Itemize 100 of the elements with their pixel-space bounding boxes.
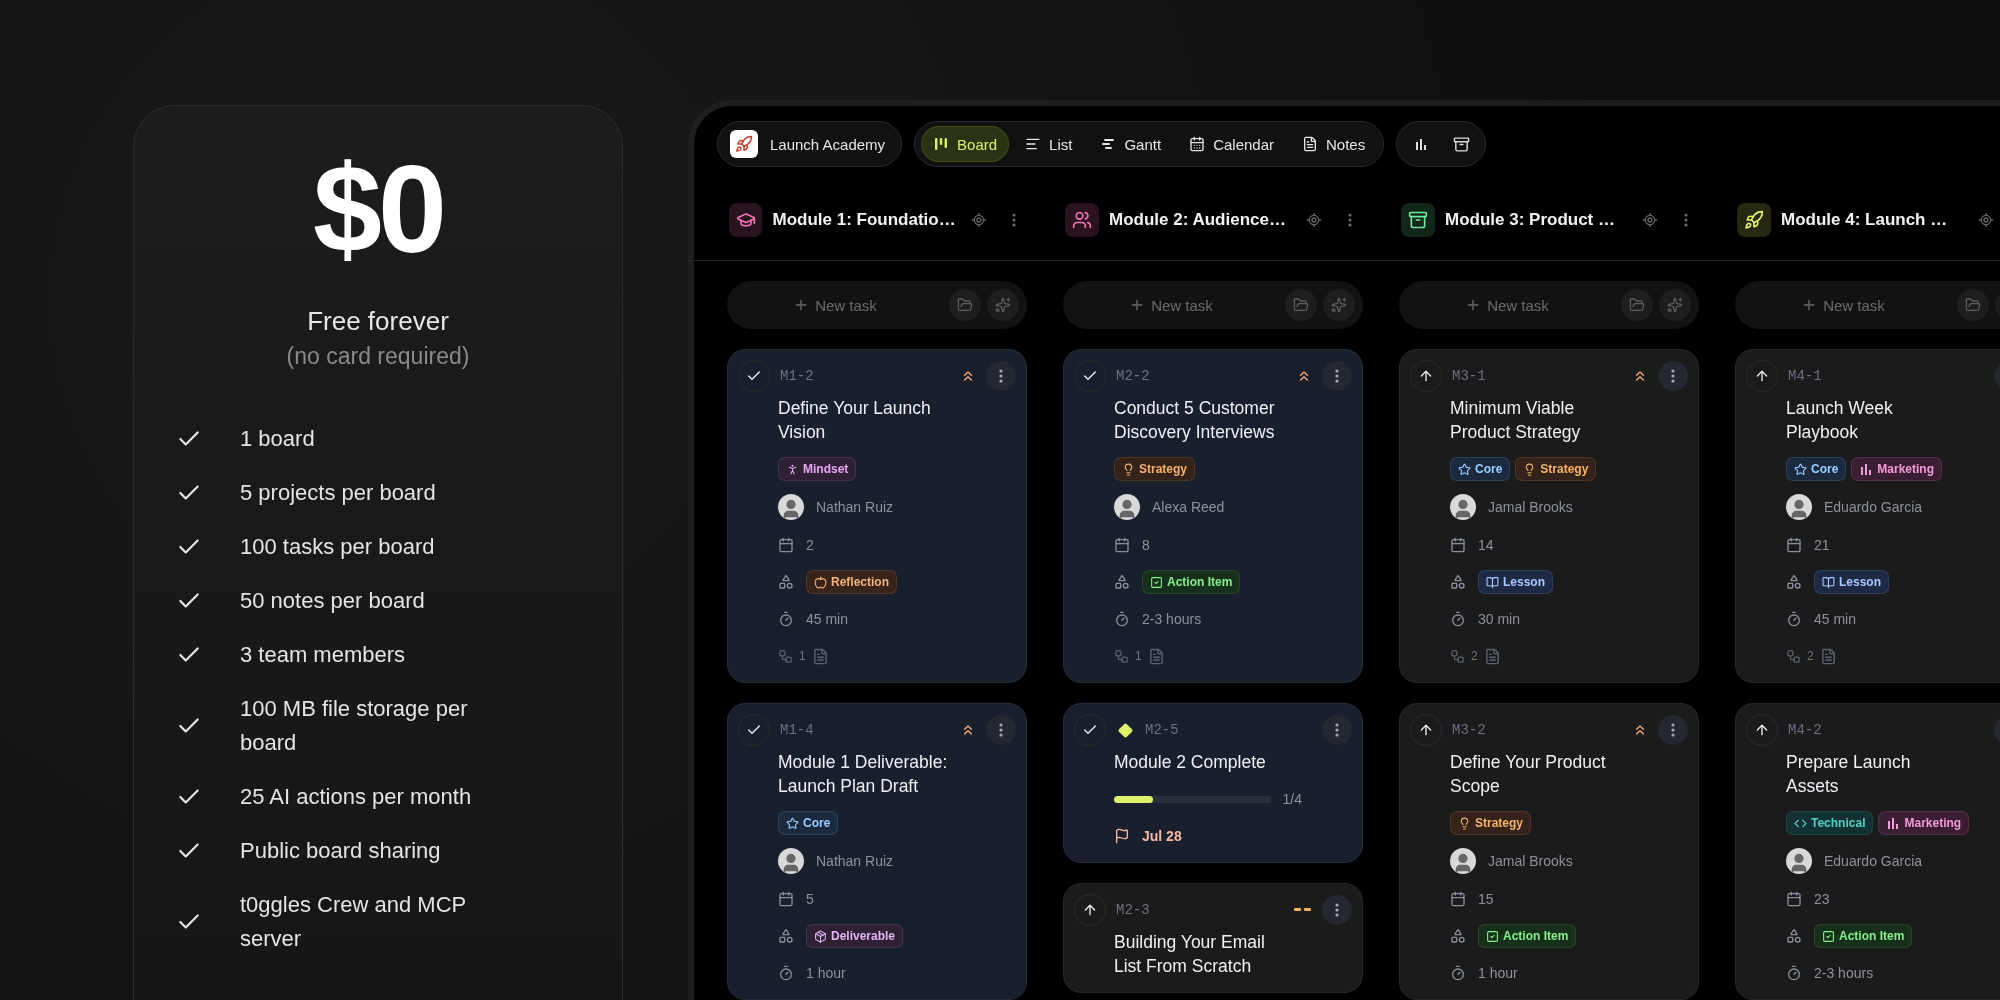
task-card[interactable]: M3-1 Minimum Viable Product Strategy Core Strategy Jamal Brooks 14 Lesson 30 min 2: [1399, 349, 1699, 683]
task-title: Module 1 Deliverable: Launch Plan Draft: [778, 751, 949, 798]
avatar-icon: [1450, 494, 1476, 520]
more-options-button[interactable]: [1322, 361, 1352, 391]
task-title: Prepare Launch Assets: [1786, 751, 1912, 798]
timer-icon: [778, 611, 794, 627]
folder-button[interactable]: [1285, 289, 1317, 321]
calendar-icon: [1786, 891, 1802, 907]
folder-button[interactable]: [1621, 289, 1653, 321]
feature-text: 25 AI actions per month: [240, 783, 472, 811]
tag: Strategy: [1450, 811, 1532, 835]
view-icon: [1302, 136, 1318, 152]
folder-icon: [1965, 297, 1981, 313]
folder-button[interactable]: [949, 289, 981, 321]
task-title: Building Your Email List From Scratch: [1114, 931, 1266, 978]
task-card[interactable]: M2-5 Module 2 Complete 1/4 Jul 28: [1063, 703, 1363, 863]
subtasks-icon: [1450, 648, 1465, 664]
tag-icon: [814, 929, 827, 943]
view-tab[interactable]: Board: [921, 126, 1010, 162]
sparkles-icon: [1331, 297, 1347, 313]
more-options-button[interactable]: [986, 361, 1016, 391]
tag: Lesson: [1478, 570, 1553, 594]
task-id: M2-2: [1116, 368, 1151, 384]
tag-icon: [1794, 462, 1807, 476]
view-tab[interactable]: List: [1013, 126, 1085, 162]
tag: Core: [778, 811, 839, 835]
shapes-icon: [1786, 928, 1802, 944]
view-tab[interactable]: Gantt: [1088, 126, 1174, 162]
task-title: Define Your Launch Vision: [778, 397, 932, 444]
folder-icon: [1293, 297, 1309, 313]
task-id: M3-2: [1452, 722, 1487, 738]
more-options-button[interactable]: [986, 715, 1016, 745]
task-card[interactable]: M4-2 Prepare Launch Assets Technical Marketing Eduardo Garcia 23 Action Item 2-3 hours: [1735, 703, 2000, 1000]
new-task-button[interactable]: New task: [1063, 287, 1279, 323]
more-options-button[interactable]: [1322, 715, 1352, 745]
duration: 1 hour: [806, 965, 846, 981]
tag-icon: [1486, 575, 1499, 589]
crosshair-icon[interactable]: [1306, 212, 1322, 228]
module-icon: [1065, 203, 1099, 237]
avatar-icon: [1786, 848, 1812, 874]
feature-text: 5 projects per board: [240, 479, 436, 507]
shapes-icon: [1450, 928, 1466, 944]
task-card[interactable]: M1-2 Define Your Launch Vision Mindset Nathan Ruiz 2 Reflection 45 min 1: [727, 349, 1027, 683]
duration: 2-3 hours: [1142, 611, 1202, 627]
timer-icon: [1786, 965, 1802, 981]
avatar-icon: [778, 494, 804, 520]
view-tab[interactable]: Notes: [1290, 126, 1378, 162]
task-card[interactable]: M3-2 Define Your Product Scope Strategy Jamal Brooks 15 Action Item 1 hour: [1399, 703, 1699, 1000]
feature-text: 1 board: [240, 425, 315, 453]
task-title: Module 2 Complete: [1114, 751, 1267, 774]
shapes-icon: [778, 928, 794, 944]
task-card[interactable]: M1-4 Module 1 Deliverable: Launch Plan Draft Core Nathan Ruiz 5 Deliverable 1 hour: [727, 703, 1027, 1000]
avatar-icon: [778, 848, 804, 874]
shapes-icon: [1114, 574, 1130, 590]
task-title: Launch Week Playbook: [1786, 397, 1894, 444]
tag: Action Item: [1142, 570, 1241, 594]
view-icon: [1189, 136, 1206, 152]
avatar-icon: [1786, 494, 1812, 520]
board-switcher[interactable]: Launch Academy: [717, 121, 903, 167]
column-title: Module 2: Audience…: [1109, 210, 1287, 230]
crosshair-icon[interactable]: [1642, 212, 1658, 228]
assignee-name: Jamal Brooks: [1488, 853, 1573, 869]
more-options-button[interactable]: [1658, 361, 1688, 391]
folder-button[interactable]: [1957, 289, 1989, 321]
bar-chart-icon: [1859, 462, 1874, 476]
crosshair-icon[interactable]: [1978, 212, 1994, 228]
duration: 30 min: [1478, 611, 1521, 627]
module-icon: [1737, 203, 1771, 237]
tag-icon: [814, 575, 827, 589]
duration: 2-3 hours: [1814, 965, 1874, 981]
new-task-button[interactable]: New task: [727, 287, 943, 323]
avatar-icon: [1114, 494, 1140, 520]
new-task-button[interactable]: New task: [1399, 287, 1615, 323]
more-icon: [1335, 903, 1339, 917]
due-date: Jul 28: [1142, 828, 1182, 844]
view-tab[interactable]: Calendar: [1177, 126, 1286, 162]
ai-sparkle-button[interactable]: [1323, 289, 1355, 321]
medium-priority-icon: [1294, 908, 1312, 912]
task-title: Define Your Product Scope: [1450, 751, 1607, 798]
timer-icon: [778, 965, 794, 981]
more-icon: [1671, 369, 1675, 383]
crosshair-icon[interactable]: [970, 212, 987, 228]
tag: Strategy: [1515, 457, 1597, 481]
timer-icon: [1450, 965, 1466, 981]
duration: 1 hour: [1478, 965, 1518, 981]
more-options-button[interactable]: [1322, 895, 1352, 925]
task-id: M2-5: [1145, 722, 1180, 738]
day-number: 23: [1814, 891, 1830, 907]
ai-sparkle-button[interactable]: [1659, 289, 1691, 321]
task-card[interactable]: M2-2 Conduct 5 Customer Discovery Interviews Strategy Alexa Reed 8 Action Item 2-3 hours 1: [1063, 349, 1363, 683]
ai-sparkle-button[interactable]: [987, 289, 1019, 321]
task-id: M3-1: [1452, 368, 1487, 384]
module-icon: [1401, 203, 1435, 237]
more-options-button[interactable]: [1658, 715, 1688, 745]
day-number: 8: [1142, 537, 1150, 553]
task-card[interactable]: M2-3 Building Your Email List From Scratch: [1063, 883, 1363, 993]
assignee-name: Eduardo Garcia: [1824, 499, 1923, 515]
assignee-name: Nathan Ruiz: [816, 499, 894, 515]
task-card[interactable]: M4-1 Launch Week Playbook Core Marketing Eduardo Garcia 21 Lesson 45 min 2: [1735, 349, 2000, 683]
new-task-button[interactable]: New task: [1735, 287, 1951, 323]
